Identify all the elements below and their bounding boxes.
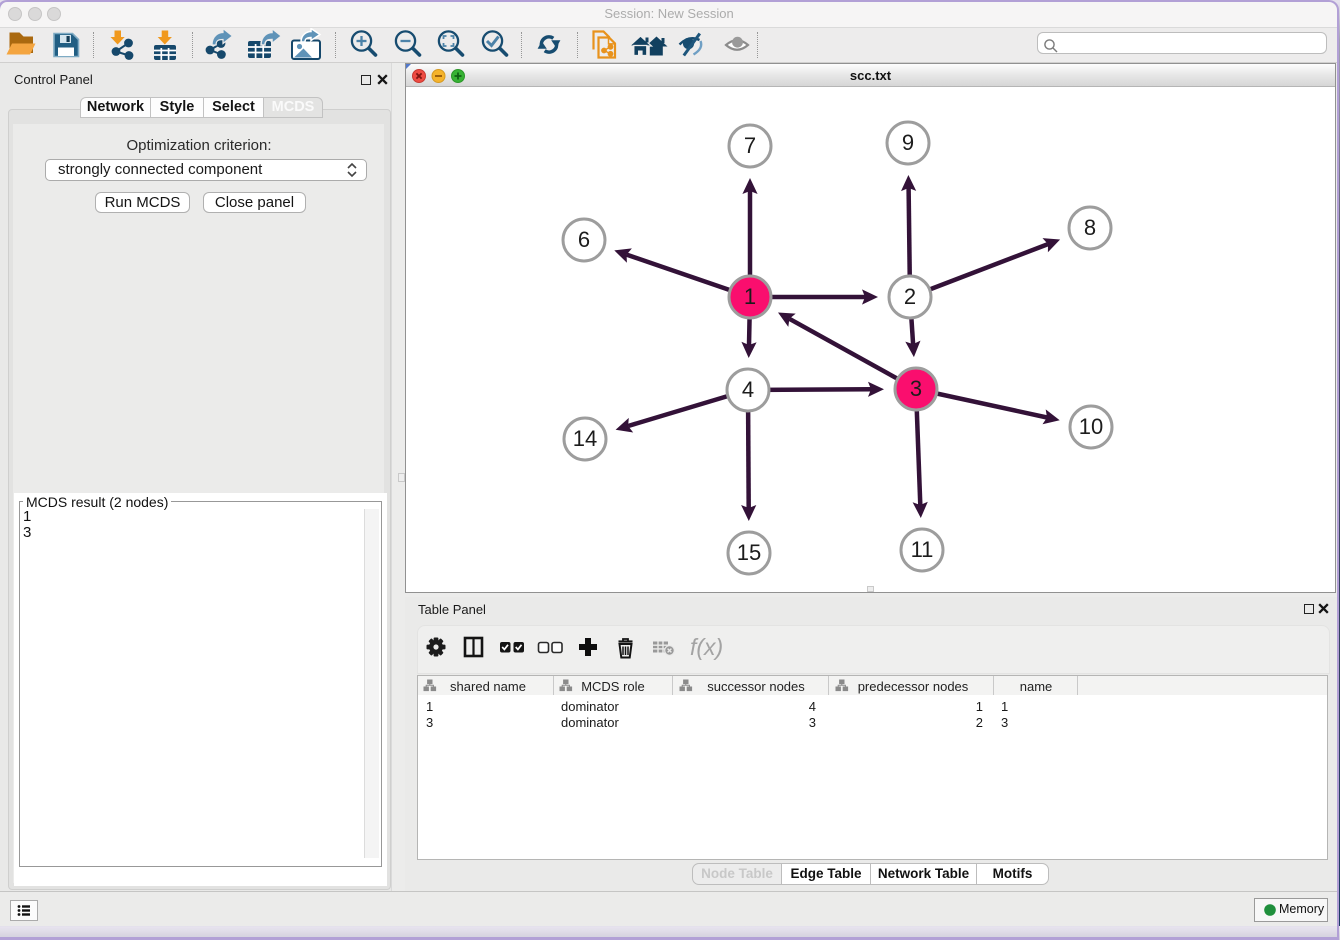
svg-text:15: 15 bbox=[737, 540, 761, 565]
svg-text:3: 3 bbox=[910, 376, 922, 401]
svg-text:11: 11 bbox=[911, 537, 934, 562]
svg-text:1: 1 bbox=[744, 284, 756, 309]
svg-text:9: 9 bbox=[902, 130, 914, 155]
svg-text:4: 4 bbox=[742, 377, 754, 402]
svg-text:2: 2 bbox=[904, 284, 916, 309]
svg-text:f(x): f(x) bbox=[690, 634, 723, 660]
svg-text:6: 6 bbox=[578, 227, 590, 252]
svg-text:8: 8 bbox=[1084, 215, 1096, 240]
svg-text:10: 10 bbox=[1079, 414, 1103, 439]
svg-text:7: 7 bbox=[744, 133, 756, 158]
svg-text:14: 14 bbox=[573, 426, 597, 451]
